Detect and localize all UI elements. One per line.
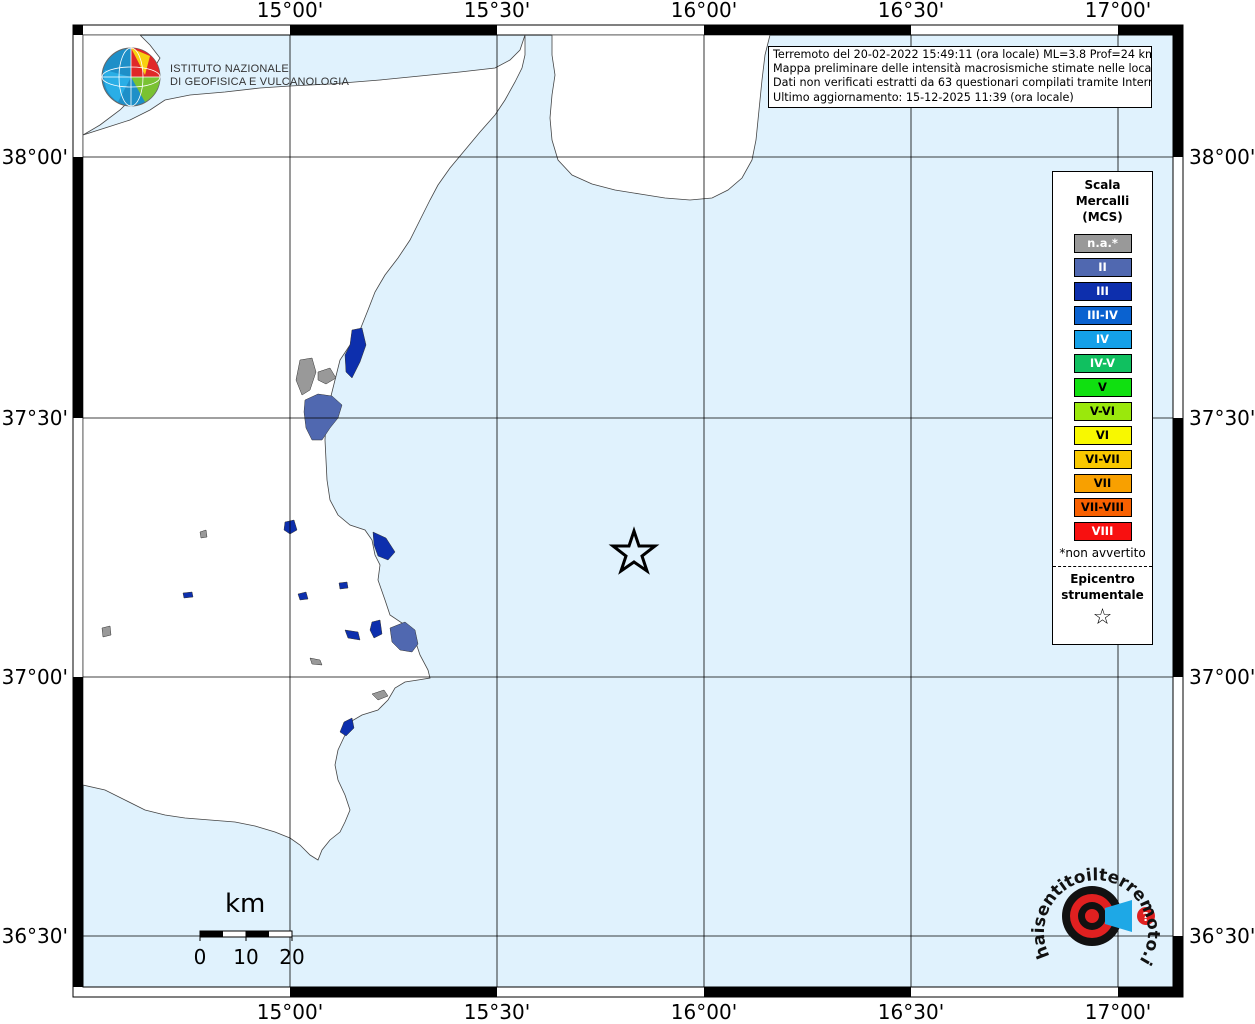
legend-epicenter-line: strumentale [1061, 588, 1144, 602]
axis-bottom-label: 15°30' [464, 1000, 530, 1024]
patch-intensity-iii [182, 591, 194, 599]
axis-top-label: 16°00' [671, 0, 737, 22]
scale-tick-label: 0 [194, 945, 207, 969]
scale-unit-label: km [225, 889, 266, 919]
legend-item: IV [1073, 330, 1132, 349]
legend-title: Scala Mercalli (MCS) [1053, 177, 1152, 225]
scale-tick-label: 20 [279, 945, 304, 969]
ingv-logo-icon [101, 47, 161, 107]
event-info-line: Terremoto del 20-02-2022 15:49:11 (ora l… [773, 48, 1152, 61]
axis-top-label: 15°00' [257, 0, 323, 22]
legend-item: III [1073, 282, 1132, 301]
legend-item: VIII [1073, 522, 1132, 541]
legend-item: V-VI [1073, 402, 1132, 421]
legend-item: VI [1073, 426, 1132, 445]
legend-title-line: (MCS) [1082, 210, 1123, 224]
legend-epicenter-label: Epicentro strumentale [1053, 571, 1152, 603]
event-info-box: Terremoto del 20-02-2022 15:49:11 (ora l… [768, 46, 1152, 108]
axis-top-label: 15°30' [464, 0, 530, 22]
institute-name: ISTITUTO NAZIONALE DI GEOFISICA E VULCAN… [170, 63, 349, 89]
axis-right-label: 37°30' [1189, 406, 1255, 430]
land-calabria [549, 34, 771, 201]
institute-line1: ISTITUTO NAZIONALE [170, 63, 289, 75]
axis-bottom-label: 15°00' [257, 1000, 323, 1024]
legend-item: VII-VIII [1073, 498, 1132, 517]
legend-item: V [1073, 378, 1132, 397]
legend-title-line: Scala [1084, 178, 1121, 192]
patch-intensity-iii [338, 581, 349, 590]
event-info-line: Mappa preliminare delle intensità macros… [773, 62, 1152, 76]
legend-item: n.a.* [1073, 234, 1132, 253]
legend-item: IV-V [1073, 354, 1132, 373]
axis-bottom-label: 17°00' [1085, 1000, 1151, 1024]
axis-right-label: 36°30' [1189, 924, 1255, 948]
axis-left-label: 36°30' [2, 924, 68, 948]
legend-items: n.a.* II III III-IV IV IV-V V V-VI VI VI-VII VII VI… [1053, 234, 1152, 541]
intensity-legend: Scala Mercalli (MCS) n.a.* II III III-IV IV I… [1052, 171, 1153, 645]
institute-line2: DI GEOFISICA E VULCANOLOGIA [170, 76, 349, 88]
axis-top-label: 16°30' [878, 0, 944, 22]
axis-top-label: 17°00' [1085, 0, 1151, 22]
legend-item: II [1073, 258, 1132, 277]
axis-left-label: 38°00' [2, 145, 68, 169]
legend-item: III-IV [1073, 306, 1132, 325]
legend-item: VII [1073, 474, 1132, 493]
legend-divider [1053, 566, 1152, 567]
axis-bottom-label: 16°00' [671, 1000, 737, 1024]
axis-left-label: 37°30' [2, 406, 68, 430]
axis-right-label: 38°00' [1189, 145, 1255, 169]
event-info-line: Dati non verificati estratti da 63 quest… [773, 76, 1152, 90]
axis-left-label: 37°00' [2, 665, 68, 689]
event-info-line: Ultimo aggiornamento: 15-12-2025 11:39 (… [773, 90, 1074, 104]
legend-item: VI-VII [1073, 450, 1132, 469]
axis-right-label: 37°00' [1189, 665, 1255, 689]
legend-epicenter-line: Epicentro [1070, 572, 1135, 586]
legend-title-line: Mercalli [1075, 194, 1130, 208]
legend-star-icon: ☆ [1092, 605, 1113, 630]
legend-note: *non avvertito [1059, 546, 1146, 560]
axis-bottom-label: 16°30' [878, 1000, 944, 1024]
patch-not-felt [101, 625, 112, 638]
scale-tick-label: 10 [233, 945, 258, 969]
